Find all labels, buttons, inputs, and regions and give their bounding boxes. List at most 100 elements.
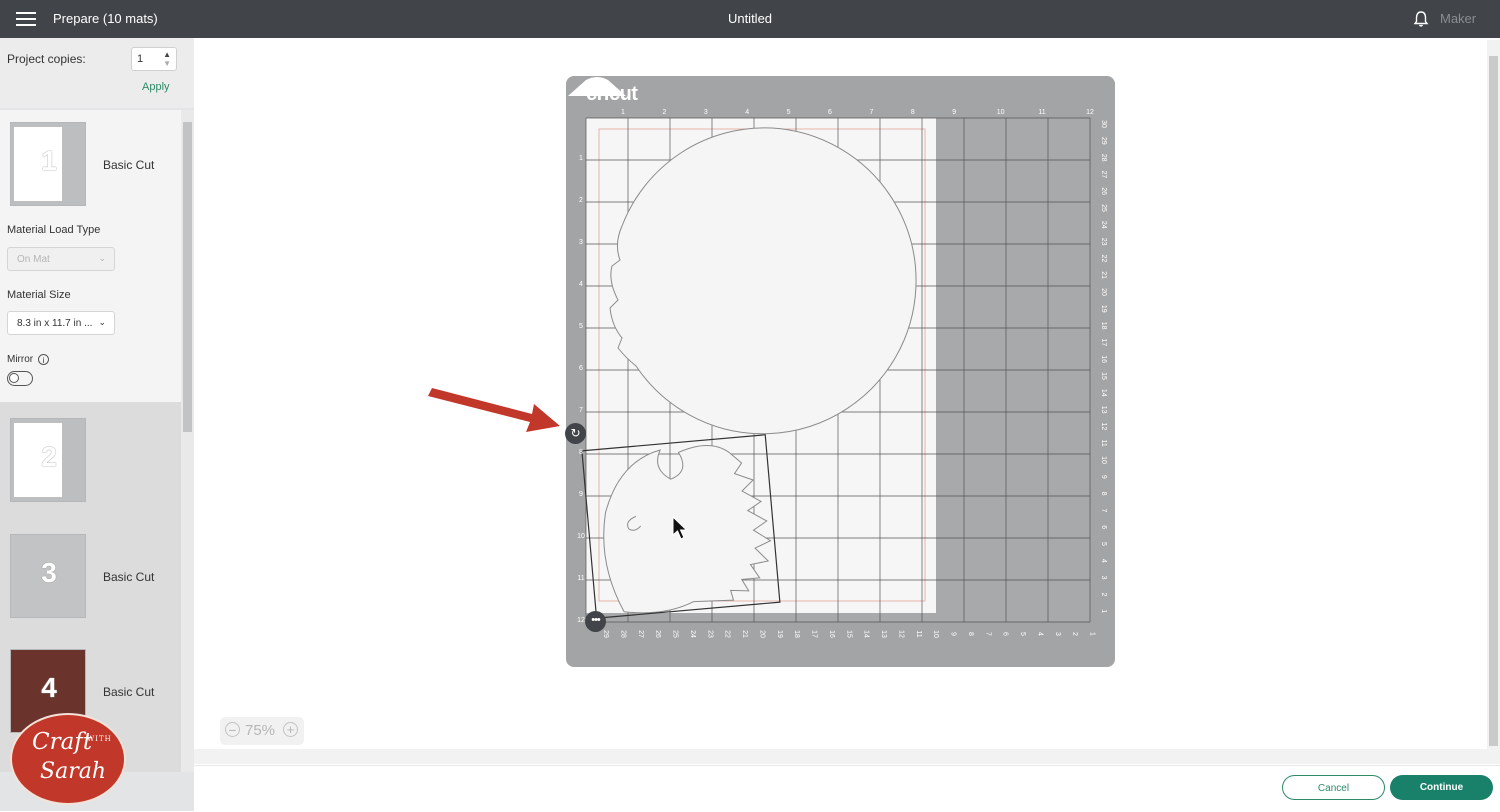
left-ruler-label: 11 xyxy=(577,575,584,582)
bottom-ruler-label: 27 xyxy=(637,630,644,638)
material-load-type-label: Material Load Type xyxy=(7,224,101,236)
right-ruler-label: 6 xyxy=(1100,525,1107,529)
top-ruler-label: 3 xyxy=(704,109,708,116)
right-ruler-label: 7 xyxy=(1100,508,1107,512)
bottom-ruler-label: 21 xyxy=(741,630,748,638)
left-ruler-label: 9 xyxy=(579,491,583,498)
right-ruler-label: 12 xyxy=(1100,423,1107,431)
right-ruler-label: 8 xyxy=(1100,492,1107,496)
bottom-ruler-label: 18 xyxy=(793,630,800,638)
mat-thumbnail[interactable]: 3 xyxy=(10,534,86,618)
bottom-ruler-label: 3 xyxy=(1054,632,1061,636)
continue-button[interactable]: Continue xyxy=(1390,775,1493,800)
right-ruler-label: 1 xyxy=(1100,609,1107,613)
bottom-ruler-label: 28 xyxy=(619,630,626,638)
machine-selector[interactable]: Maker xyxy=(1440,11,1476,26)
top-ruler-label: 7 xyxy=(869,109,873,116)
bottom-ruler-label: 11 xyxy=(915,630,922,637)
cutting-mat: 1 2 3 4 5 6 7 8 9 10 11 12 1 2 3 4 5 6 7 8 9 10 11 12 30 29 28 27 26… xyxy=(566,76,1115,667)
top-ruler-label: 4 xyxy=(745,109,749,116)
mat-thumbnail[interactable]: 2 xyxy=(10,418,86,502)
right-ruler-label: 27 xyxy=(1100,171,1107,179)
right-ruler-label: 9 xyxy=(1100,475,1107,479)
project-copies-input[interactable]: 1 ▲ ▼ xyxy=(131,47,177,71)
material-load-type-select: On Mat ⌄ xyxy=(7,247,115,271)
bottom-ruler-label: 13 xyxy=(880,630,887,638)
bottom-ruler-label: 14 xyxy=(863,630,870,638)
right-ruler-label: 14 xyxy=(1100,389,1107,397)
right-ruler-label: 24 xyxy=(1100,221,1107,229)
rotate-handle-icon[interactable]: ↻ xyxy=(565,423,586,444)
top-ruler-label: 12 xyxy=(1086,109,1094,116)
craft-with-sarah-logo: Craft WITH Sarah xyxy=(10,713,126,805)
lion-mane-shape xyxy=(609,127,917,435)
right-ruler-label: 29 xyxy=(1100,137,1107,145)
mat-type-label: Basic Cut xyxy=(103,158,155,172)
watermark-text: WITH xyxy=(87,735,112,743)
zoom-in-icon[interactable]: + xyxy=(283,722,298,737)
top-ruler-label: 8 xyxy=(911,109,915,116)
right-ruler-label: 30 xyxy=(1100,120,1107,128)
right-ruler-label: 23 xyxy=(1100,238,1107,246)
mat-item-1[interactable]: 1 Basic Cut Material Load Type On Mat ⌄ … xyxy=(0,110,181,402)
bottom-ruler-label: 15 xyxy=(845,630,852,638)
decrement-icon[interactable]: ▼ xyxy=(163,59,171,68)
right-ruler-label: 25 xyxy=(1100,204,1107,212)
bottom-ruler-label: 1 xyxy=(1089,632,1096,636)
right-ruler-label: 20 xyxy=(1100,288,1107,296)
project-copies-section: Project copies: 1 ▲ ▼ Apply xyxy=(0,38,194,108)
top-ruler-label: 2 xyxy=(662,109,666,116)
right-ruler-label: 2 xyxy=(1100,592,1107,596)
mirror-toggle[interactable] xyxy=(7,371,33,386)
apply-button[interactable]: Apply xyxy=(142,81,170,93)
left-ruler-label: 4 xyxy=(579,281,583,288)
canvas-horizontal-scrollbar[interactable] xyxy=(194,749,1487,764)
right-ruler-label: 3 xyxy=(1100,576,1107,580)
right-ruler-label: 17 xyxy=(1100,339,1107,347)
bell-icon[interactable] xyxy=(1412,10,1430,28)
more-options-icon[interactable]: ••• xyxy=(585,611,606,632)
mat-thumbnail[interactable]: 1 xyxy=(10,122,86,206)
left-ruler-label: 6 xyxy=(579,365,583,372)
zoom-out-icon[interactable]: − xyxy=(225,722,240,737)
increment-icon[interactable]: ▲ xyxy=(163,50,171,59)
mat-list: 1 Basic Cut Material Load Type On Mat ⌄ … xyxy=(0,110,181,772)
canvas-vertical-scrollbar[interactable] xyxy=(1487,40,1500,764)
bottom-ruler-label: 22 xyxy=(724,630,731,638)
red-arrow-annotation xyxy=(428,388,560,432)
right-ruler-label: 5 xyxy=(1100,542,1107,546)
right-ruler-label: 18 xyxy=(1100,322,1107,330)
top-bar: Prepare (10 mats) Untitled Maker xyxy=(0,0,1500,38)
bottom-ruler-label: 26 xyxy=(654,630,661,638)
bottom-ruler-label: 7 xyxy=(984,632,991,636)
right-ruler-label: 26 xyxy=(1100,187,1107,195)
info-icon[interactable]: i xyxy=(38,354,49,365)
right-ruler-label: 16 xyxy=(1100,355,1107,363)
bottom-ruler-label: 12 xyxy=(897,630,904,638)
mat-type-label: Basic Cut xyxy=(103,570,155,584)
sidebar-scrollbar[interactable] xyxy=(181,110,194,772)
sidebar: Project copies: 1 ▲ ▼ Apply 1 Basic Cut … xyxy=(0,38,194,811)
material-size-select[interactable]: 8.3 in x 11.7 in ... ⌄ xyxy=(7,311,115,335)
cricut-logo: cricut xyxy=(586,83,638,105)
zoom-control: − 75% + xyxy=(220,717,304,745)
bottom-ruler-label: 24 xyxy=(689,630,696,638)
bottom-ruler-label: 16 xyxy=(828,630,835,638)
bottom-ruler-label: 6 xyxy=(1002,632,1009,636)
bottom-ruler-label: 5 xyxy=(1019,632,1026,636)
material-size-label: Material Size xyxy=(7,289,71,301)
right-ruler-label: 28 xyxy=(1100,154,1107,162)
cancel-button[interactable]: Cancel xyxy=(1282,775,1385,800)
watermark-text: Sarah xyxy=(40,759,106,784)
bottom-ruler-label: 25 xyxy=(672,630,679,638)
left-ruler-label: 12 xyxy=(577,617,585,624)
left-ruler-label: 10 xyxy=(577,533,585,540)
left-ruler-label: 3 xyxy=(579,239,583,246)
hamburger-icon[interactable] xyxy=(16,12,36,26)
project-title: Untitled xyxy=(727,11,773,26)
right-ruler-label: 11 xyxy=(1100,440,1107,447)
project-copies-label: Project copies: xyxy=(7,52,86,66)
left-ruler-label: 2 xyxy=(579,197,583,204)
bottom-ruler-label: 10 xyxy=(932,630,939,638)
top-ruler-label: 1 xyxy=(621,109,625,116)
